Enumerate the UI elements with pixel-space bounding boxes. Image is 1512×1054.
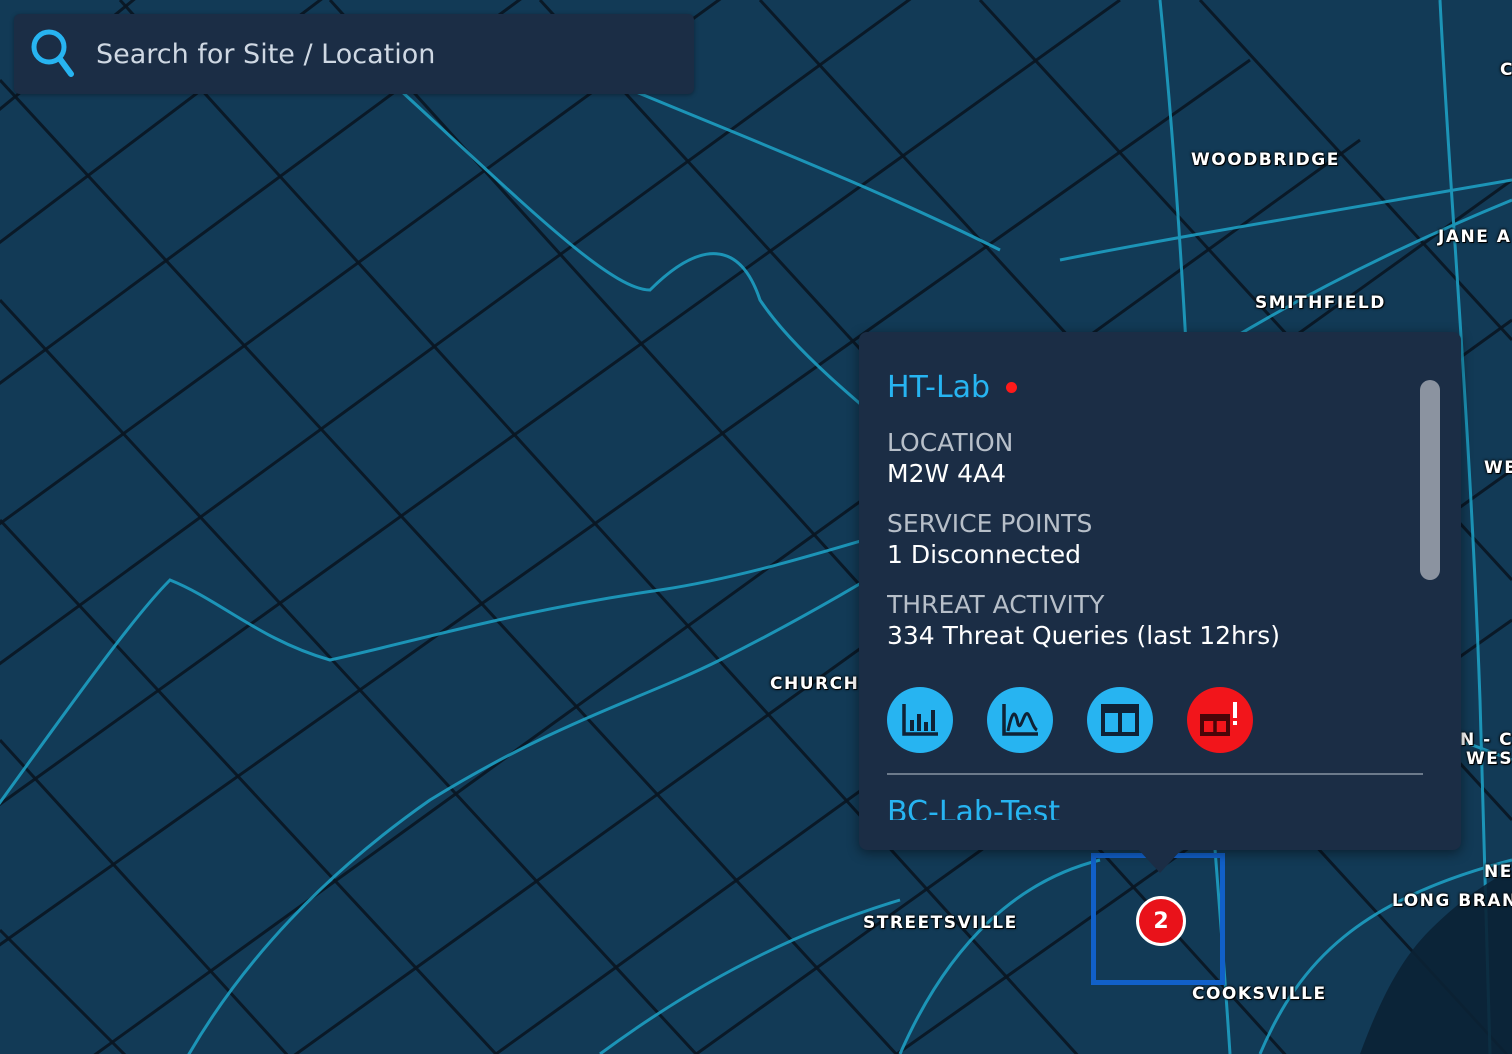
- map-label-n-c: N - C: [1460, 730, 1512, 750]
- threat-activity-field: THREAT ACTIVITY 334 Threat Queries (last…: [887, 590, 1427, 651]
- search-input[interactable]: [94, 23, 694, 85]
- map-label-c-edge: C: [1500, 60, 1512, 80]
- service-points-value: 1 Disconnected: [887, 540, 1081, 569]
- location-label: LOCATION: [887, 428, 1014, 457]
- map-label-woodbridge: WOODBRIDGE: [1191, 150, 1340, 170]
- device-alert-button[interactable]: [1187, 687, 1253, 753]
- service-points-label: SERVICE POINTS: [887, 509, 1093, 538]
- location-field: LOCATION M2W 4A4: [887, 428, 1427, 489]
- next-site-name-link[interactable]: BC-Lab-Test: [887, 795, 1427, 820]
- map-label-cooksville: COOKSVILLE: [1192, 984, 1327, 1004]
- popup-content[interactable]: HT-Lab LOCATION M2W 4A4 SERVICE POINTS 1…: [887, 360, 1427, 820]
- threat-activity-value: 334 Threat Queries (last 12hrs): [887, 621, 1280, 650]
- service-points-field: SERVICE POINTS 1 Disconnected: [887, 509, 1427, 570]
- line-chart-icon: [1002, 704, 1038, 736]
- popup-scrollbar[interactable]: [1420, 380, 1440, 580]
- map-label-church: CHURCH: [770, 674, 860, 694]
- site-popup: HT-Lab LOCATION M2W 4A4 SERVICE POINTS 1…: [859, 332, 1461, 850]
- search-icon[interactable]: [30, 26, 76, 82]
- cluster-marker[interactable]: 2: [1136, 896, 1186, 946]
- bar-chart-icon: [902, 704, 938, 736]
- popup-pointer: [1138, 849, 1182, 873]
- dashboard-button[interactable]: [1087, 687, 1153, 753]
- site-name-link[interactable]: HT-Lab: [887, 370, 990, 405]
- status-dot: [1006, 381, 1018, 393]
- search-bar: [14, 14, 694, 94]
- threat-activity-label: THREAT ACTIVITY: [887, 590, 1105, 619]
- divider: [887, 773, 1423, 775]
- action-buttons: [887, 687, 1427, 753]
- map-label-wes: WES: [1466, 749, 1512, 769]
- dashboard-icon: [1101, 704, 1139, 736]
- analytics-button[interactable]: [987, 687, 1053, 753]
- map-label-we: WE: [1484, 458, 1512, 478]
- map-label-smithfield: SMITHFIELD: [1255, 293, 1386, 313]
- device-alert-icon: [1200, 702, 1237, 736]
- map-label-long-branch: LONG BRAN: [1392, 891, 1512, 911]
- map-label-streetsville: STREETSVILLE: [863, 913, 1018, 933]
- reports-button[interactable]: [887, 687, 953, 753]
- map-label-jane: JANE A: [1438, 227, 1512, 247]
- map-label-ne: NE: [1484, 862, 1512, 882]
- location-value: M2W 4A4: [887, 459, 1007, 488]
